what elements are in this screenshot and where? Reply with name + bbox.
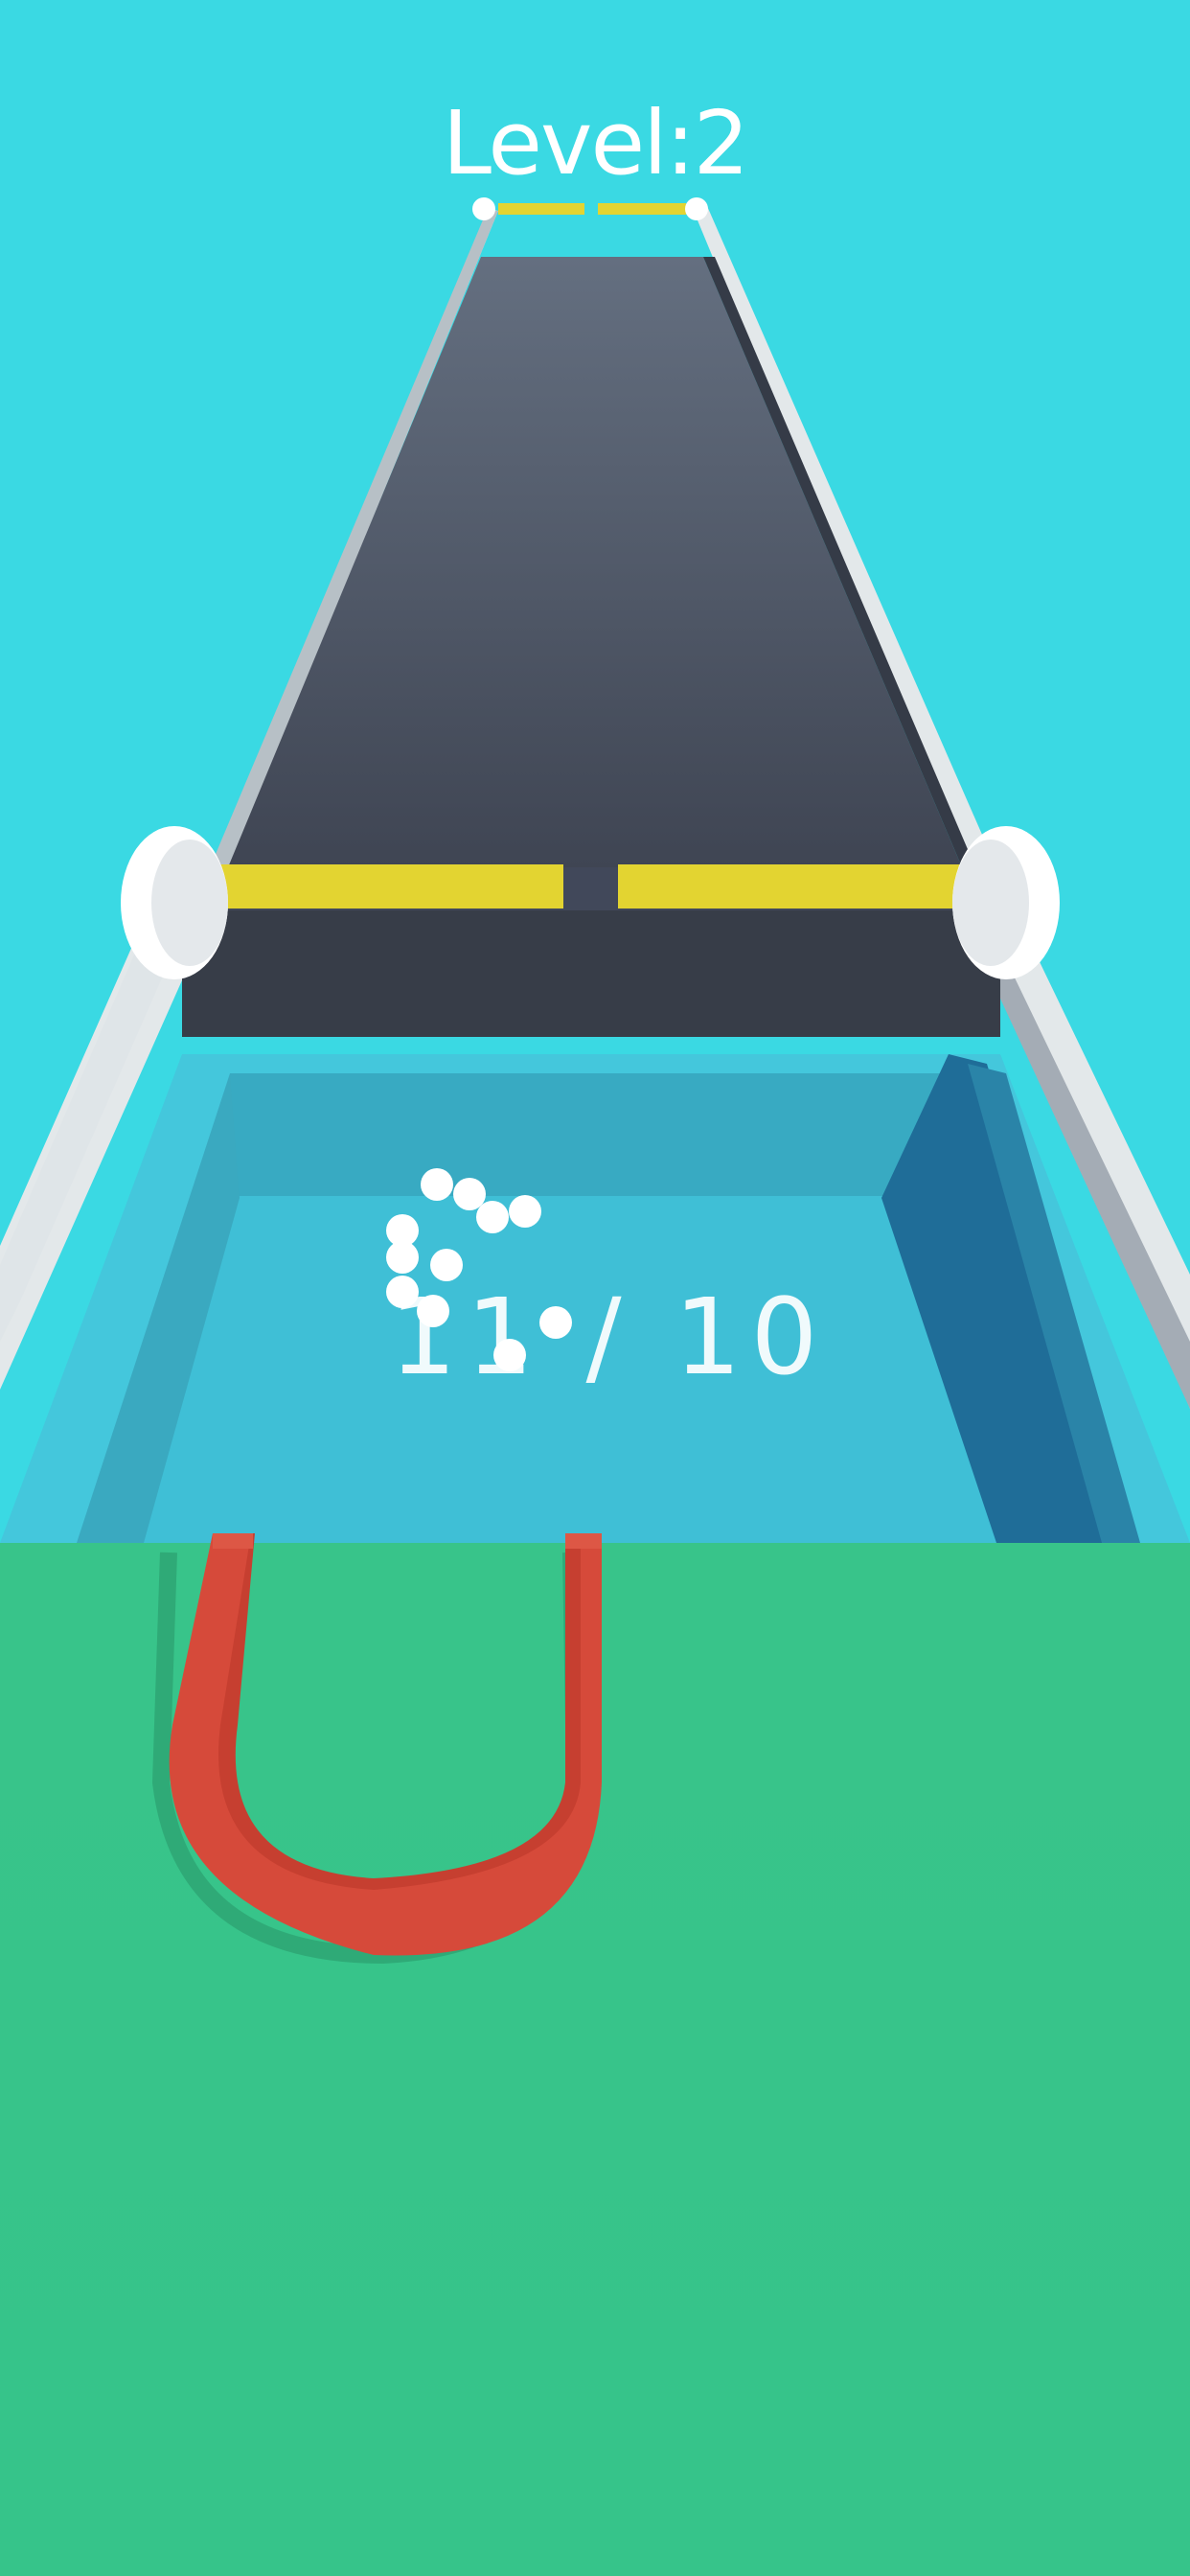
- gate-bar-far-right: [598, 203, 686, 215]
- gate-bar-near-right: [618, 864, 963, 908]
- rail-post-near-right: [952, 826, 1060, 979]
- ball-counter: 11 / 10: [389, 1276, 828, 1398]
- gate-bar-far-left: [498, 203, 584, 215]
- track-front-edge: [182, 910, 1000, 1037]
- rail-post-far-left: [472, 197, 495, 220]
- water-basin-back-wall: [230, 1073, 958, 1196]
- game-scene[interactable]: Level:2 11 / 10: [0, 0, 1190, 2576]
- rail-post-far-right: [685, 197, 708, 220]
- ball-icon: [476, 1201, 509, 1233]
- ball-icon: [453, 1178, 486, 1210]
- ball-icon: [386, 1241, 419, 1274]
- ball-icon: [421, 1168, 453, 1201]
- level-label: Level:2: [442, 92, 749, 195]
- ball-icon: [509, 1195, 541, 1228]
- gate-bar-near-left: [218, 864, 563, 908]
- rail-post-near-left: [121, 826, 228, 979]
